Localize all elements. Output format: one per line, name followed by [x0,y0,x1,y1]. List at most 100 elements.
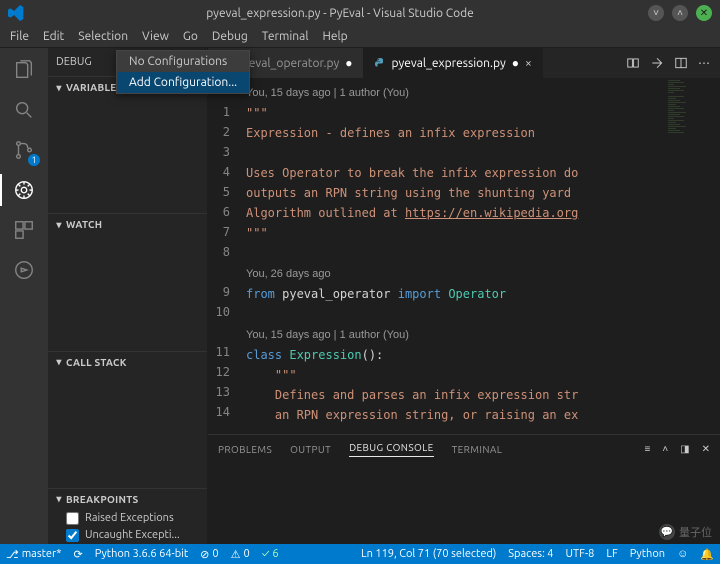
debug-icon[interactable] [10,176,38,204]
status-warnings[interactable]: ⚠ 0 [231,548,250,561]
panel-tab-debug-console[interactable]: DEBUG CONSOLE [349,442,434,457]
watermark: 💬 量子位 [659,524,712,540]
breakpoint-item[interactable]: Raised Exceptions [48,510,207,527]
editor-area: pyeval_operator.py ● pyeval_expression.p… [208,48,720,544]
statusbar: ⎇ master* ⟳ Python 3.6.6 64-bit ⊘ 0 ⚠ 0 … [0,544,720,564]
window-controls: ˅ ˄ ✕ [648,5,712,21]
watermark-text: 量子位 [679,524,712,540]
collapse-icon[interactable]: ˄ [662,443,668,455]
dirty-indicator: ● [345,56,352,70]
workbench: 1 DEBUG ▶ ▾ ⚙ ▣ ▾ VARIABLES ▾ WATCH [0,48,720,544]
scm-badge: 1 [28,154,40,166]
callstack-body [48,373,207,488]
line-gutter: 1 2 3 4 5 6 7 8 9 10 11 12 13 14 [208,78,238,434]
compare-icon[interactable] [626,56,640,70]
variables-label: VARIABLES [66,82,122,93]
breakpoints-body: Raised Exceptions Uncaught Excepti... [48,510,207,544]
tabbar: pyeval_operator.py ● pyeval_expression.p… [208,48,720,78]
variables-body [48,98,207,213]
status-position[interactable]: Ln 119, Col 71 (70 selected) [361,548,496,561]
callstack-label: CALL STACK [66,357,127,368]
explorer-icon[interactable] [10,56,38,84]
panel-tab-problems[interactable]: PROBLEMS [218,444,272,455]
breakpoints-label: BREAKPOINTS [66,494,139,505]
clear-icon[interactable]: ≡ [644,443,650,455]
menu-terminal[interactable]: Terminal [256,28,315,45]
debug-console-body[interactable] [208,463,720,544]
minimize-button[interactable]: ˅ [648,5,664,21]
search-icon[interactable] [10,96,38,124]
watch-label: WATCH [66,219,102,230]
breakpoint-item[interactable]: Uncaught Excepti... [48,527,207,544]
source-control-icon[interactable]: 1 [10,136,38,164]
status-feedback-icon[interactable]: ☺ [677,548,688,561]
status-tests[interactable]: ✓ 6 [262,548,279,560]
close-icon[interactable]: × [525,57,532,70]
chevron-down-icon: ▾ [52,82,66,94]
editor[interactable]: 1 2 3 4 5 6 7 8 9 10 11 12 13 14 You, 15… [208,78,720,434]
python-icon [374,57,386,69]
editor-actions: ⋯ [616,48,720,78]
watch-body [48,235,207,350]
breakpoint-label: Uncaught Excepti... [85,529,180,541]
dropdown-item-add-config[interactable]: Add Configuration... [117,72,249,93]
window-title: pyeval_expression.py - PyEval - Visual S… [32,7,648,20]
menu-debug[interactable]: Debug [206,28,254,45]
bottom-panel: PROBLEMS OUTPUT DEBUG CONSOLE TERMINAL ≡… [208,434,720,544]
status-branch[interactable]: ⎇ master* [6,548,62,561]
status-python[interactable]: Python 3.6.6 64-bit [95,548,188,560]
debug-sidebar: DEBUG ▶ ▾ ⚙ ▣ ▾ VARIABLES ▾ WATCH ▾ CALL… [48,48,208,544]
menu-view[interactable]: View [136,28,175,45]
breakpoint-checkbox[interactable] [66,512,79,525]
menu-edit[interactable]: Edit [37,28,70,45]
chevron-down-icon: ▾ [52,493,66,505]
codelens[interactable]: You, 15 days ago | 1 author (You) [246,87,409,99]
config-dropdown: No Configurations Add Configuration... [116,50,250,94]
maximize-button[interactable]: ˄ [672,5,688,21]
dropdown-item-no-config[interactable]: No Configurations [117,51,249,72]
menu-selection[interactable]: Selection [72,28,134,45]
chevron-down-icon: ▾ [52,219,66,231]
menubar: File Edit Selection View Go Debug Termin… [0,26,720,48]
tab-label: pyeval_operator.py [236,57,339,70]
app-icon [8,5,24,21]
status-bell-icon[interactable]: 🔔 [700,548,714,561]
callstack-section[interactable]: ▾ CALL STACK [48,351,207,373]
close-panel-icon[interactable]: ✕ [702,443,710,455]
menu-file[interactable]: File [4,28,35,45]
breakpoint-checkbox[interactable] [66,529,79,542]
panel-tab-terminal[interactable]: TERMINAL [452,444,503,455]
status-sync-icon[interactable]: ⟳ [74,548,83,561]
status-eol[interactable]: LF [606,548,617,561]
more-icon[interactable]: ⋯ [698,56,710,70]
minimap[interactable]: ▬▬▬▬▬▬▬▬▬▬▬▬▬▬▬▬▬▬▬▬▬▬▬▬▬▬▬▬▬▬▬▬▬▬▬▬▬▬▬▬… [666,78,720,434]
menu-go[interactable]: Go [177,28,204,45]
panel-tab-output[interactable]: OUTPUT [290,444,331,455]
watch-section[interactable]: ▾ WATCH [48,213,207,235]
status-errors[interactable]: ⊘ 0 [200,548,218,561]
status-encoding[interactable]: UTF-8 [566,548,595,561]
code-content[interactable]: You, 15 days ago | 1 author (You) """ Ex… [238,78,666,434]
breakpoint-label: Raised Exceptions [85,512,174,524]
close-button[interactable]: ✕ [696,5,712,21]
breakpoints-section[interactable]: ▾ BREAKPOINTS [48,488,207,510]
tab-label: pyeval_expression.py [392,57,506,70]
tab-pyeval-expression[interactable]: pyeval_expression.py ● × [364,48,543,78]
chevron-down-icon: ▾ [52,356,66,368]
maximize-panel-icon[interactable]: ◨ [680,443,689,455]
watermark-icon: 💬 [659,524,675,540]
status-spaces[interactable]: Spaces: 4 [508,548,553,561]
open-changes-icon[interactable] [650,56,664,70]
split-editor-icon[interactable] [674,56,688,70]
codelens[interactable]: You, 26 days ago [246,268,331,280]
codelens[interactable]: You, 15 days ago | 1 author (You) [246,329,409,341]
liveshare-icon[interactable] [10,256,38,284]
titlebar: pyeval_expression.py - PyEval - Visual S… [0,0,720,26]
extensions-icon[interactable] [10,216,38,244]
status-language[interactable]: Python [630,548,665,561]
panel-tabs: PROBLEMS OUTPUT DEBUG CONSOLE TERMINAL ≡… [208,435,720,463]
dirty-indicator: ● [512,56,519,70]
activity-bar: 1 [0,48,48,544]
panel-actions: ≡ ˄ ◨ ✕ [644,443,710,455]
menu-help[interactable]: Help [316,28,353,45]
